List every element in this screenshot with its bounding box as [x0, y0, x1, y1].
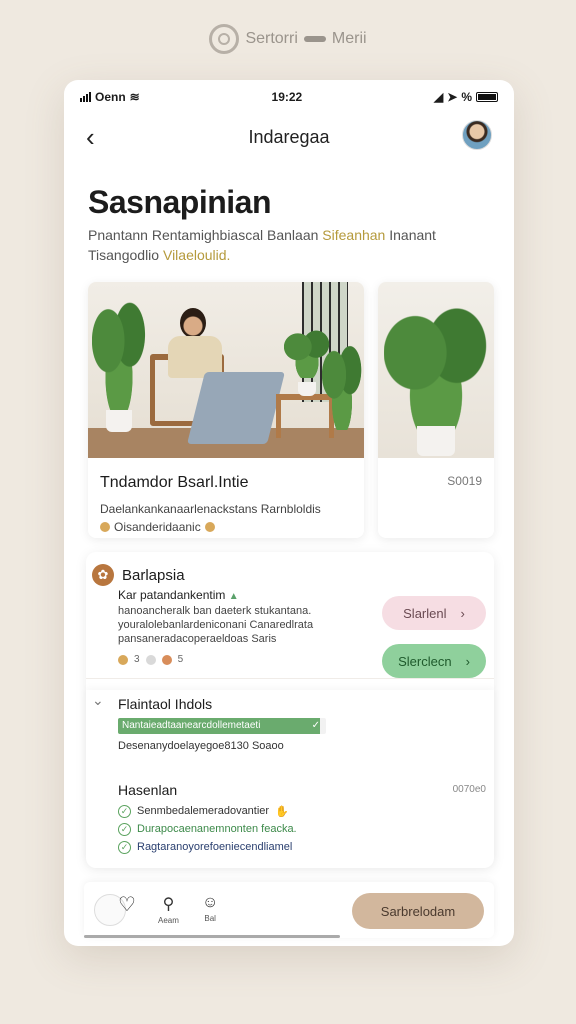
card-title: Tndamdor Bsarl.Intie	[100, 474, 249, 491]
card-meta-text: Oisanderidaanic	[114, 520, 201, 534]
wifi-icon: ≋	[129, 90, 140, 104]
select-button[interactable]: Slerclecn ›	[382, 644, 486, 678]
hero-title: Sasnapinian	[88, 184, 272, 220]
select-button-label: Slerclecn	[398, 653, 452, 669]
list-item[interactable]: ✓ Senmbedalemeradovantier ✋	[118, 802, 297, 820]
list-item-text: Ragtaranoyorefoeniecendliamel	[137, 841, 293, 853]
progress-caption: Desenanydoelayegoe8130 Soaoo	[118, 740, 284, 752]
list-title: Hasenlan	[118, 782, 178, 798]
nav-bar: ‹ Indaregaa	[64, 120, 514, 154]
brand-dash	[303, 36, 326, 42]
check-icon: ✓	[311, 720, 320, 731]
brand-name: Sertorri	[245, 30, 298, 47]
tag-dot-icon	[161, 654, 172, 665]
card-photo-interior	[88, 282, 364, 458]
tab-chat[interactable]: ☺ Bal	[202, 894, 218, 923]
primary-cta-button[interactable]: Sarbrelodam	[352, 893, 484, 929]
chevron-right-icon: ›	[465, 653, 470, 669]
emoji-icon	[100, 522, 110, 532]
panel-line: hanoancheralk ban daeterk stukantana.	[118, 605, 312, 617]
hero-subtitle-end: Inanant	[389, 227, 436, 243]
profile-icon: ✿	[92, 564, 114, 586]
hero-subtitle-accent: Sifeanhan	[322, 227, 386, 243]
tag-count: 5	[177, 654, 184, 665]
status-bar: Oenn ≋ 19:22 ◢ ➤ %	[80, 89, 498, 105]
clock: 19:22	[271, 90, 303, 104]
battery-icon	[476, 92, 498, 102]
back-button[interactable]: ‹	[86, 124, 95, 150]
page-title: Indaregaa	[248, 126, 330, 147]
chat-icon: ☺	[202, 894, 219, 911]
hero-subtitle-main: Pnantann Rentamighbiascal Banlaan	[88, 227, 319, 243]
start-button-label: Slarlenl	[403, 605, 447, 621]
signal-icon	[80, 92, 91, 102]
tab-search[interactable]: ⚲ Aeam	[158, 894, 179, 925]
tag-dot-icon	[145, 654, 156, 665]
brand-suffix: Merii	[331, 30, 367, 47]
card-meta: Oisanderidaanic	[100, 520, 352, 534]
progress-bar: Nantaieadtaanearcdollemetaeti ✓	[118, 718, 326, 734]
tag-count: 3	[134, 654, 140, 665]
phone-screen: Oenn ≋ 19:22 ◢ ➤ % ‹ Indaregaa Sasnapini…	[64, 80, 514, 946]
brand-header: Sertorri Merii	[0, 24, 576, 54]
card-photo-plant	[378, 282, 494, 458]
tab-chat-label: Bal	[204, 914, 216, 923]
brand-logo-icon	[209, 24, 240, 54]
list-item[interactable]: ✓ Ragtaranoyorefoeniecendliamel	[118, 838, 297, 856]
location-icon: ➤	[447, 90, 458, 104]
check-circle-icon: ✓	[118, 840, 131, 854]
chevron-right-icon: ›	[460, 605, 465, 621]
list-item-text: Durapocaenanemnonten feacka.	[137, 823, 297, 835]
start-button[interactable]: Slarlenl ›	[382, 596, 486, 630]
panel-lead: Kar patandankentim ▲	[118, 588, 239, 602]
carrier-label: Oenn	[95, 90, 126, 104]
hero-subtitle-line2-accent: Vilaeloulid.	[162, 247, 231, 263]
tag-dot-icon	[118, 654, 128, 665]
list-meta: 0070e0	[452, 784, 486, 795]
panel-line: youralolebanlardeniconani Canaredlrata	[118, 619, 314, 631]
panel-body: hanoancheralk ban daeterk stukantana. yo…	[118, 604, 338, 646]
list-item[interactable]: ✓ Durapocaenanemnonten feacka.	[118, 820, 297, 838]
card-description: Daelankankanaarlenackstans Rarnbloldis	[100, 502, 321, 516]
panel-lead-text: Kar patandankentim	[118, 588, 226, 602]
section-title: Flaintaol Ihdols	[118, 696, 213, 712]
checklist: ✓ Senmbedalemeradovantier ✋ ✓ Durapocaen…	[118, 802, 297, 856]
panel-tags: 3 5	[118, 654, 183, 665]
divider	[86, 678, 494, 679]
chevron-down-icon[interactable]: ⌄	[92, 692, 104, 709]
list-item-text: Senmbedalemeradovantier	[137, 805, 270, 817]
hand-icon: ✋	[275, 805, 289, 818]
check-circle-icon: ✓	[118, 822, 131, 836]
emoji-icon	[204, 522, 215, 532]
progress-fill: Nantaieadtaanearcdollemetaeti	[118, 718, 320, 734]
panel-title: Barlapsia	[122, 566, 185, 584]
tab-search-label: Aeam	[158, 916, 179, 925]
card-code: S0019	[447, 474, 482, 488]
hero-subtitle: Pnantann Rentamighbiascal Banlaan Sifean…	[88, 225, 488, 265]
secondary-card[interactable]: S0019	[378, 282, 494, 538]
check-circle-icon: ✓	[118, 804, 131, 818]
triangle-icon: ▲	[228, 591, 239, 602]
progress-label: Nantaieadtaanearcdollemetaeti	[122, 720, 261, 731]
signal-strength-icon: ◢	[434, 90, 444, 104]
home-indicator	[84, 935, 340, 938]
details-panel: ✿ Barlapsia Kar patandankentim ▲ hanoanc…	[86, 552, 494, 868]
heart-icon[interactable]: ♡	[118, 892, 136, 917]
avatar[interactable]	[462, 120, 492, 150]
search-icon: ⚲	[162, 896, 175, 913]
featured-card[interactable]: Tndamdor Bsarl.Intie Daelankankanaarlena…	[88, 282, 364, 538]
hero-subtitle-line2: Tisangodlio	[88, 247, 160, 263]
battery-percent: %	[461, 90, 472, 104]
panel-line: pansaneradacoperaeldoas Saris	[118, 633, 277, 645]
bottom-bar: ♡ ⚲ Aeam ☺ Bal Sarbrelodam	[84, 882, 494, 938]
